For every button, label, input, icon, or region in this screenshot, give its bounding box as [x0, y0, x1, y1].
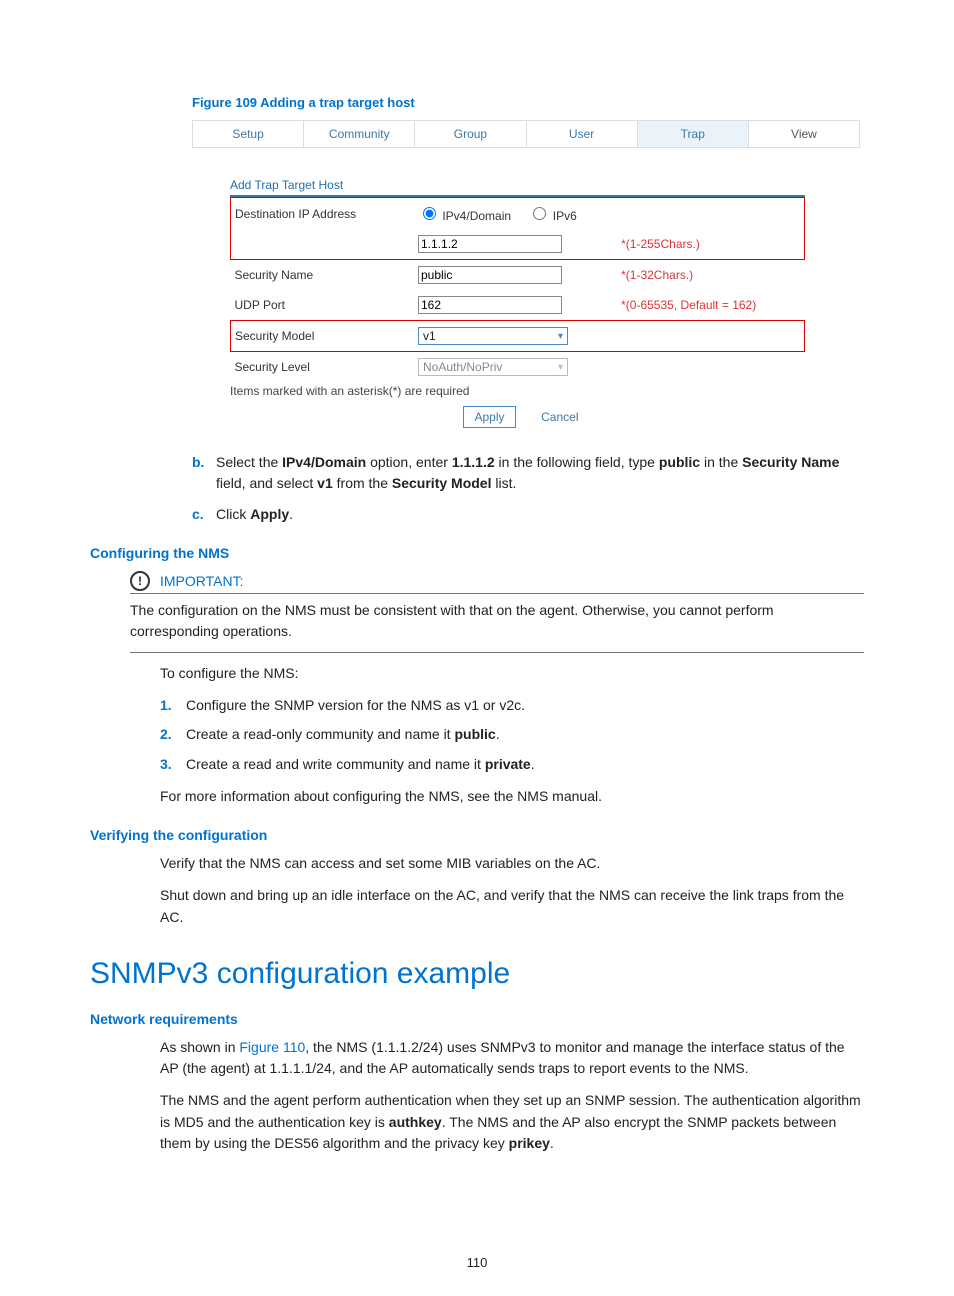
nms-step-2-num: 2.: [160, 724, 186, 746]
radio-ipv6[interactable]: IPv6: [528, 209, 576, 223]
figure-110-link[interactable]: Figure 110: [239, 1039, 305, 1055]
tab-group[interactable]: Group: [415, 121, 526, 147]
heading-snmpv3-example: SNMPv3 configuration example: [90, 957, 864, 991]
label-udp-port: UDP Port: [231, 290, 415, 321]
label-security-model: Security Model: [231, 321, 415, 352]
netreq-p1: As shown in Figure 110, the NMS (1.1.1.2…: [160, 1037, 864, 1080]
button-row: Apply Cancel: [192, 406, 860, 428]
tab-view[interactable]: View: [749, 121, 859, 147]
chevron-down-icon: ▾: [558, 331, 563, 342]
nms-more-info: For more information about configuring t…: [160, 786, 864, 808]
select-security-level: NoAuth/NoPriv ▾: [418, 358, 568, 376]
step-c-bullet: c.: [192, 504, 216, 525]
tab-trap[interactable]: Trap: [638, 121, 749, 147]
step-c-text: Click Apply.: [216, 504, 864, 525]
nms-step-1-num: 1.: [160, 695, 186, 717]
important-label: IMPORTANT:: [160, 573, 244, 589]
step-b-bullet: b.: [192, 452, 216, 494]
radio-ipv4-label: IPv4/Domain: [442, 209, 511, 223]
apply-button[interactable]: Apply: [463, 406, 515, 428]
required-note: Items marked with an asterisk(*) are req…: [230, 382, 860, 398]
nms-step-1-text: Configure the SNMP version for the NMS a…: [186, 695, 525, 717]
radio-ipv4-input[interactable]: [423, 207, 436, 220]
figure-title: Figure 109 Adding a trap target host: [90, 95, 864, 110]
form-header: Add Trap Target Host: [230, 178, 805, 197]
nms-steps: 1. Configure the SNMP version for the NM…: [160, 695, 864, 776]
select-security-model-value: v1: [423, 329, 436, 343]
heading-verifying: Verifying the configuration: [90, 827, 864, 843]
hint-dest-ip: *(1-255Chars.): [621, 237, 700, 251]
tab-setup[interactable]: Setup: [193, 121, 304, 147]
heading-configuring-nms: Configuring the NMS: [90, 545, 864, 561]
select-security-level-value: NoAuth/NoPriv: [423, 360, 502, 374]
hint-security-name: *(1-32Chars.): [621, 268, 693, 282]
step-b-text: Select the IPv4/Domain option, enter 1.1…: [216, 452, 864, 494]
cancel-button[interactable]: Cancel: [531, 407, 588, 427]
important-icon: !: [130, 571, 150, 591]
hint-udp-port: *(0-65535, Default = 162): [621, 298, 756, 312]
heading-network-requirements: Network requirements: [90, 1011, 864, 1027]
verify-text-1: Verify that the NMS can access and set s…: [160, 853, 864, 875]
label-dest-ip: Destination IP Address: [231, 198, 415, 230]
label-security-name: Security Name: [231, 260, 415, 291]
input-security-name[interactable]: [418, 266, 562, 284]
screenshot-region: Setup Community Group User Trap View Add…: [192, 120, 860, 428]
radio-ipv6-input[interactable]: [533, 207, 546, 220]
tab-user[interactable]: User: [527, 121, 638, 147]
nms-step-2-text: Create a read-only community and name it…: [186, 724, 500, 746]
important-box: ! IMPORTANT: The configuration on the NM…: [130, 571, 864, 653]
radio-ipv6-label: IPv6: [553, 209, 577, 223]
nms-step-3-num: 3.: [160, 754, 186, 776]
radio-ipv4-domain[interactable]: IPv4/Domain: [418, 209, 514, 223]
select-security-model[interactable]: v1 ▾: [418, 327, 568, 345]
instruction-list: b. Select the IPv4/Domain option, enter …: [192, 452, 864, 525]
label-security-level: Security Level: [231, 352, 415, 383]
chevron-down-icon: ▾: [558, 362, 563, 373]
tab-community[interactable]: Community: [304, 121, 415, 147]
form-table: Destination IP Address IPv4/Domain IPv6: [230, 197, 805, 382]
input-udp-port[interactable]: [418, 296, 562, 314]
nms-intro: To configure the NMS:: [160, 663, 864, 685]
page-number: 110: [0, 1255, 954, 1270]
verify-text-2: Shut down and bring up an idle interface…: [160, 885, 864, 928]
tab-bar: Setup Community Group User Trap View: [192, 120, 860, 148]
netreq-p2: The NMS and the agent perform authentica…: [160, 1090, 864, 1155]
important-body: The configuration on the NMS must be con…: [130, 594, 864, 653]
input-dest-ip[interactable]: [418, 235, 562, 253]
nms-step-3-text: Create a read and write community and na…: [186, 754, 535, 776]
